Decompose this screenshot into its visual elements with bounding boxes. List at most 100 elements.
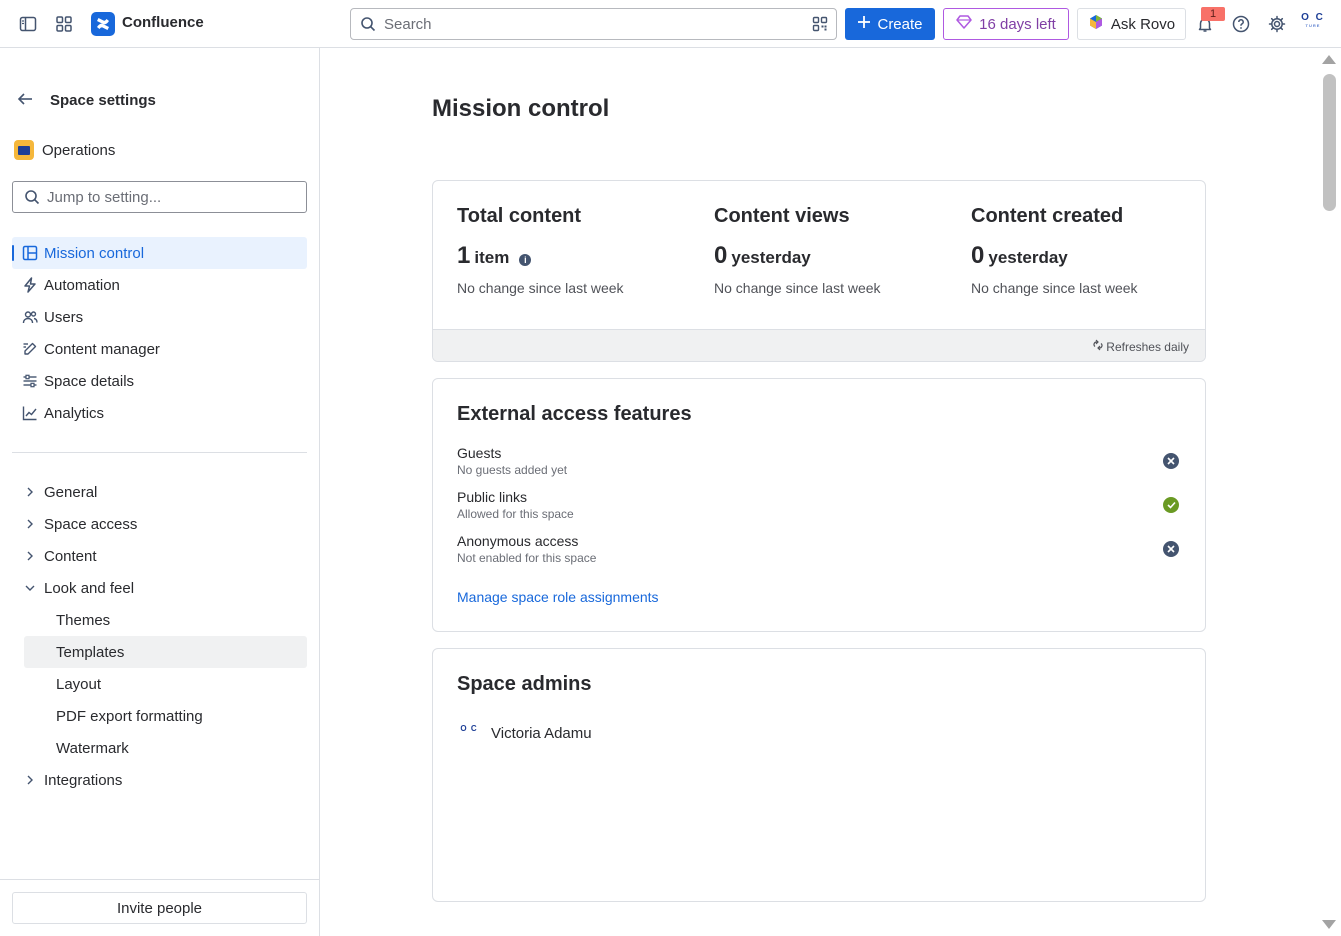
- layout-icon: [20, 243, 40, 263]
- qr-code-icon[interactable]: [812, 16, 828, 35]
- sidebar-header: Space settings: [16, 90, 156, 111]
- stat-value: 1: [457, 242, 471, 269]
- sidebar-item-themes[interactable]: Themes: [24, 604, 307, 636]
- settings-sidebar: Space settings Operations Jump to settin…: [0, 48, 320, 936]
- sidebar-item-content-manager[interactable]: Content manager: [12, 333, 307, 365]
- section-look-and-feel[interactable]: Look and feel: [12, 572, 307, 604]
- section-integrations[interactable]: Integrations: [12, 764, 307, 796]
- stat-total-content: Total content 1 item i No change since l…: [457, 205, 687, 296]
- stat-unit: yesterday: [731, 248, 811, 267]
- section-label: General: [44, 483, 98, 501]
- jump-to-setting-input[interactable]: Jump to setting...: [12, 181, 307, 213]
- admin-name: Victoria Adamu: [491, 724, 592, 742]
- trial-button[interactable]: 16 days left: [943, 8, 1069, 40]
- feature-public-links: Public links Allowed for this space: [457, 489, 1183, 521]
- invite-people-button[interactable]: Invite people: [12, 892, 307, 924]
- sidebar-item-label: Mission control: [44, 244, 145, 262]
- chart-line-icon: [20, 403, 40, 423]
- stat-unit: yesterday: [988, 248, 1068, 267]
- chevron-right-icon: [20, 770, 40, 790]
- sidebar-divider: [12, 452, 307, 453]
- space-name: Operations: [42, 141, 116, 159]
- space-link[interactable]: Operations: [14, 140, 115, 160]
- manage-role-assignments-link[interactable]: Manage space role assignments: [457, 589, 659, 605]
- sidebar-item-space-details[interactable]: Space details: [12, 365, 307, 397]
- scroll-down-arrow-icon[interactable]: [1322, 920, 1336, 929]
- search-icon: [360, 16, 376, 35]
- sidebar-item-automation[interactable]: Automation: [12, 269, 307, 301]
- sidebar-title: Space settings: [50, 92, 156, 109]
- sidebar-item-analytics[interactable]: Analytics: [12, 397, 307, 429]
- external-access-heading: External access features: [457, 403, 692, 425]
- lightning-icon: [20, 275, 40, 295]
- section-content[interactable]: Content: [12, 540, 307, 572]
- sidebar-item-label: Analytics: [44, 404, 105, 422]
- avatar-sub: TURE: [1305, 23, 1321, 28]
- jump-placeholder: Jump to setting...: [47, 189, 162, 206]
- settings-gear-icon[interactable]: [1265, 12, 1289, 36]
- user-avatar[interactable]: O C TURE: [1300, 13, 1326, 35]
- section-label: Content: [44, 547, 97, 565]
- chevron-down-icon: [20, 578, 40, 598]
- section-space-access[interactable]: Space access: [12, 508, 307, 540]
- create-button[interactable]: Create: [845, 8, 935, 40]
- external-access-card: External access features Guests No guest…: [432, 378, 1206, 632]
- ask-rovo-button[interactable]: Ask Rovo: [1077, 8, 1186, 40]
- sidebar-item-pdf-export-formatting[interactable]: PDF export formatting: [24, 700, 307, 732]
- rovo-icon: [1088, 14, 1104, 34]
- sidebar-item-label: Content manager: [44, 340, 160, 358]
- people-icon: [20, 307, 40, 327]
- edit-icon: [20, 339, 40, 359]
- trial-label: 16 days left: [979, 15, 1056, 33]
- space-admins-heading: Space admins: [457, 673, 592, 695]
- stat-heading: Total content: [457, 205, 582, 227]
- chevron-right-icon: [20, 546, 40, 566]
- stat-change: No change since last week: [714, 280, 881, 296]
- sidebar-toggle-icon[interactable]: [16, 12, 40, 36]
- back-arrow-icon[interactable]: [16, 90, 34, 111]
- sidebar-item-templates[interactable]: Templates: [24, 636, 307, 668]
- space-icon: [14, 140, 34, 160]
- search-placeholder: Search: [384, 16, 432, 33]
- rovo-label: Ask Rovo: [1110, 15, 1176, 33]
- feature-name: Anonymous access: [457, 533, 579, 549]
- sidebar-item-users[interactable]: Users: [12, 301, 307, 333]
- status-enabled-icon: [1163, 497, 1179, 513]
- feature-desc: Not enabled for this space: [457, 551, 597, 565]
- stat-heading: Content created: [971, 205, 1124, 227]
- section-label: Space access: [44, 515, 138, 533]
- info-icon[interactable]: i: [519, 254, 532, 266]
- space-admins-card: Space admins O C Victoria Adamu: [432, 648, 1206, 902]
- top-navigation: Confluence Search Create 16 days left As…: [0, 0, 1341, 48]
- app-switcher-icon[interactable]: [52, 12, 76, 36]
- sidebar-item-watermark[interactable]: Watermark: [24, 732, 307, 764]
- search-input[interactable]: Search: [350, 8, 837, 40]
- avatar: O C: [460, 724, 478, 733]
- admin-row[interactable]: O C Victoria Adamu: [457, 721, 592, 745]
- search-icon: [24, 189, 40, 208]
- sliders-icon: [20, 371, 40, 391]
- status-disabled-icon: [1163, 453, 1179, 469]
- diamond-icon: [956, 15, 972, 33]
- section-general[interactable]: General: [12, 476, 307, 508]
- confluence-logo[interactable]: [91, 12, 115, 36]
- sidebar-item-layout[interactable]: Layout: [24, 668, 307, 700]
- scroll-up-arrow-icon[interactable]: [1322, 55, 1336, 64]
- plus-icon: [857, 15, 871, 33]
- stat-change: No change since last week: [457, 280, 624, 296]
- create-label: Create: [877, 15, 923, 33]
- avatar-initials: O C: [1301, 12, 1325, 23]
- refresh-bar: Refreshes daily: [433, 329, 1205, 361]
- section-label: Integrations: [44, 771, 123, 789]
- sidebar-footer: Invite people: [0, 879, 319, 936]
- notification-badge: 1: [1201, 7, 1225, 21]
- chevron-right-icon: [20, 482, 40, 502]
- help-icon[interactable]: [1229, 12, 1253, 36]
- sidebar-item-mission-control[interactable]: Mission control: [12, 237, 307, 269]
- scrollbar-thumb[interactable]: [1323, 74, 1336, 211]
- feature-desc: Allowed for this space: [457, 507, 574, 521]
- feature-name: Guests: [457, 445, 502, 461]
- feature-guests: Guests No guests added yet: [457, 445, 1183, 477]
- brand-name[interactable]: Confluence: [122, 14, 204, 31]
- stat-heading: Content views: [714, 205, 850, 227]
